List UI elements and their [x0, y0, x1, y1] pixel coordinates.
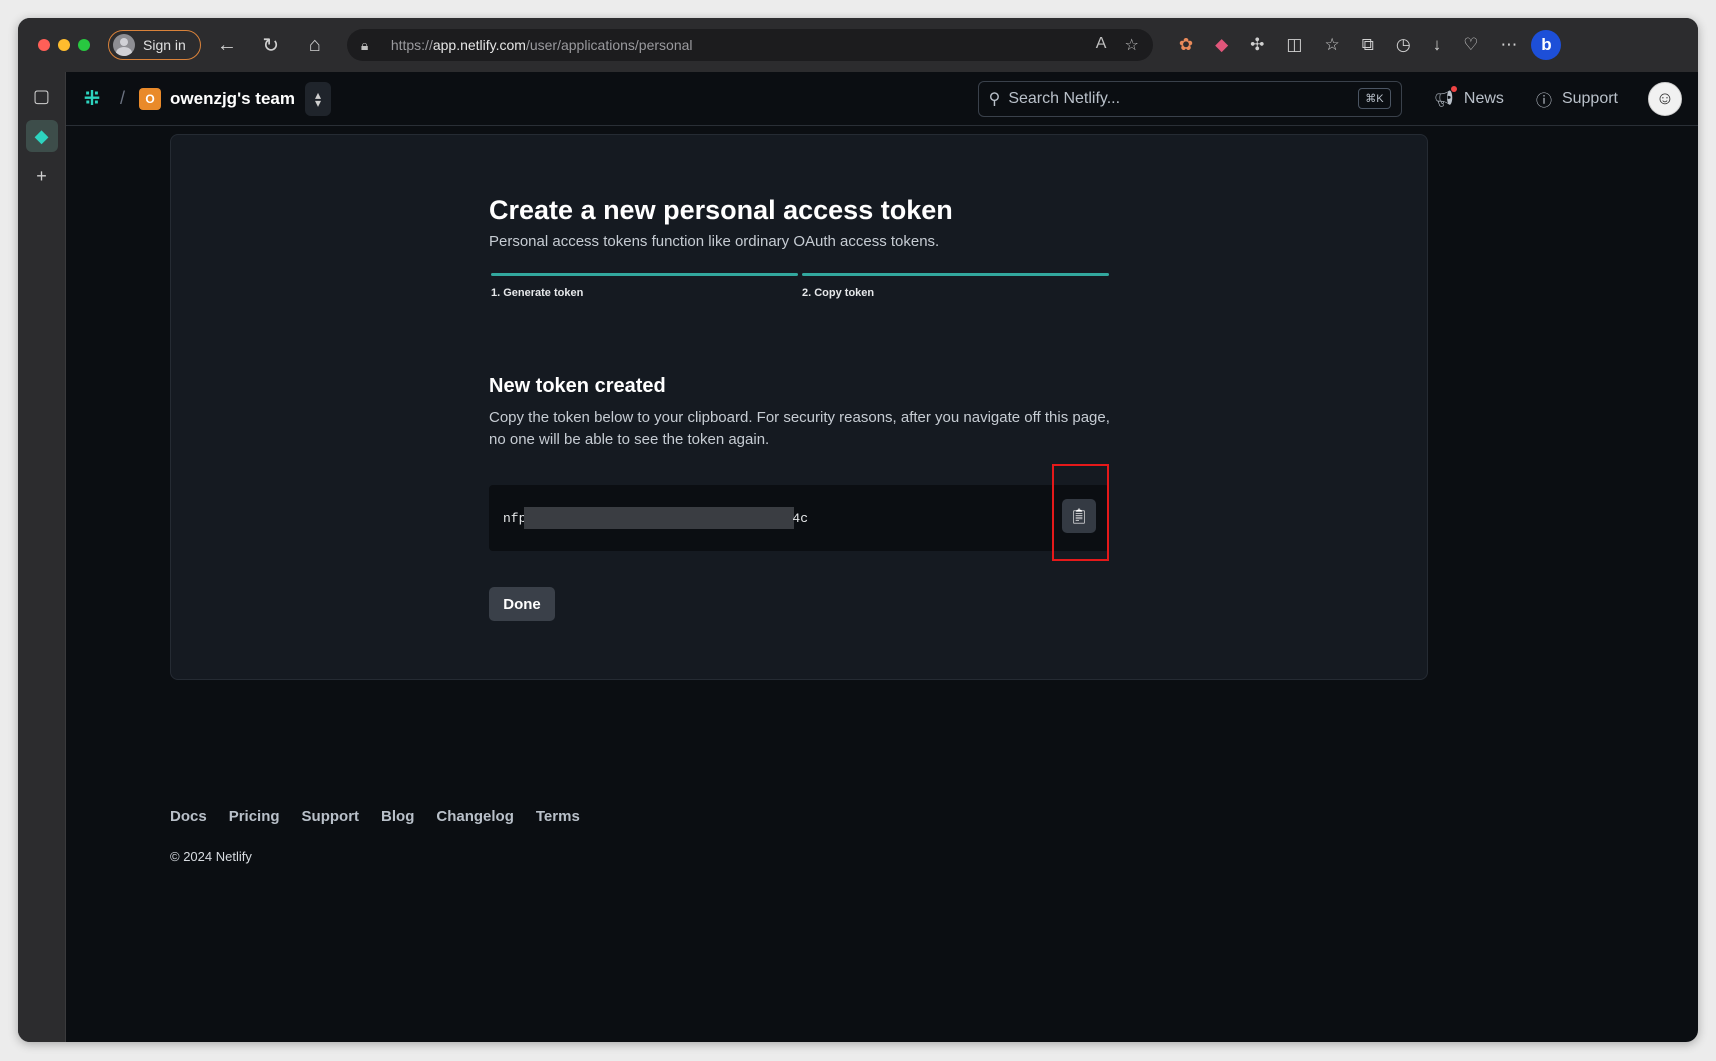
performance-icon[interactable]: ♡ [1463, 35, 1478, 55]
history-icon[interactable]: ◷ [1396, 35, 1411, 55]
minimize-window-button[interactable] [58, 39, 70, 51]
favorites-icon[interactable]: ☆ [1324, 35, 1339, 55]
user-avatar[interactable]: ☺ [1648, 81, 1682, 116]
token-redaction [524, 507, 795, 529]
team-switcher-button[interactable]: ▴ ▾ [304, 81, 331, 116]
search-shortcut: ⌘K [1358, 88, 1391, 109]
team-avatar: O [139, 87, 162, 110]
url-host: app.netlify.com [432, 37, 526, 53]
page-subtitle: Personal access tokens function like ord… [489, 233, 940, 250]
extensions-bar: ✿ ◆ ✣ ◫ ☆ ⧉ ◷ ↓ ♡ ⋯ [1179, 35, 1518, 55]
bing-icon[interactable]: b [1531, 30, 1562, 60]
highlight-box [1052, 464, 1109, 561]
token-suffix: 4c [792, 510, 809, 526]
split-screen-icon[interactable]: ◫ [1286, 35, 1302, 55]
extension-icon[interactable]: ◆ [1215, 35, 1228, 55]
reload-icon: ↻ [262, 34, 280, 57]
done-button[interactable]: Done [489, 587, 555, 621]
token-field[interactable]: nfp 4c [489, 485, 1109, 551]
search-placeholder: Search Netlify... [1008, 89, 1121, 107]
footer-links: Docs Pricing Support Blog Changelog Term… [170, 808, 580, 825]
token-prefix: nfp [503, 510, 527, 526]
footer-link-pricing[interactable]: Pricing [229, 808, 280, 825]
step-bar [491, 273, 798, 276]
section-description: Copy the token below to your clipboard. … [489, 409, 1110, 448]
step-label: 2. Copy token [802, 287, 875, 299]
footer-link-blog[interactable]: Blog [381, 808, 414, 825]
maximize-window-button[interactable] [78, 39, 90, 51]
reload-button[interactable]: ↻ [253, 27, 289, 63]
browser-toolbar: Sign in ← ↻ ⌂ 🔒︎ https://app.netlify.com… [18, 18, 1698, 72]
chevron-up-down-icon: ▴ ▾ [314, 87, 321, 110]
download-icon[interactable]: ↓ [1433, 35, 1442, 55]
puzzle-icon[interactable]: ✣ [1250, 35, 1264, 55]
notification-dot [1450, 85, 1457, 92]
team-name[interactable]: owenzjg's team [170, 89, 295, 109]
collections-icon[interactable]: ⧉ [1362, 35, 1374, 55]
footer-link-support[interactable]: Support [302, 808, 360, 825]
search-input[interactable]: ⚲ Search Netlify... ⌘K [977, 80, 1402, 117]
support-link[interactable]: ⓘ Support [1536, 87, 1618, 111]
home-button[interactable]: ⌂ [297, 27, 333, 63]
step-generate-token: 1. Generate token [491, 273, 798, 299]
app-header: ⁜ / O owenzjg's team ▴ ▾ ⚲ Search Netlify… [66, 72, 1698, 126]
search-icon: ⚲ [988, 90, 1001, 108]
megaphone-icon: 📢︎ [1434, 85, 1457, 109]
browser-sidebar: ▢ ◆ + [18, 72, 66, 1042]
footer-link-docs[interactable]: Docs [170, 808, 207, 825]
netlify-logo-icon[interactable]: ⁜ [74, 81, 110, 117]
plus-icon[interactable]: + [26, 160, 58, 192]
footer-link-changelog[interactable]: Changelog [436, 808, 514, 825]
step-copy-token: 2. Copy token [802, 273, 1109, 299]
read-aloud-icon[interactable]: A [1096, 35, 1107, 55]
extension-icon[interactable]: ✿ [1179, 35, 1193, 55]
address-bar[interactable]: 🔒︎ https://app.netlify.com/user/applicat… [346, 29, 1153, 61]
step-label: 1. Generate token [491, 287, 584, 299]
token-card: Create a new personal access token Perso… [170, 134, 1428, 680]
copyright: © 2024 Netlify [170, 849, 252, 864]
close-window-button[interactable] [38, 39, 50, 51]
url-path: /user/applications/personal [525, 37, 693, 53]
lock-icon: 🔒︎ [360, 36, 369, 53]
page-title: Create a new personal access token [489, 195, 953, 225]
tabs-icon[interactable]: ▢ [26, 80, 58, 112]
netlify-tab-icon[interactable]: ◆ [25, 120, 58, 152]
favorite-star-icon[interactable]: ☆ [1124, 35, 1138, 55]
step-bar [802, 273, 1109, 276]
more-icon[interactable]: ⋯ [1500, 35, 1517, 55]
profile-icon [113, 34, 135, 56]
arrow-left-icon: ← [216, 33, 237, 56]
window-controls [38, 39, 90, 51]
news-label: News [1463, 89, 1504, 107]
progress-steps: 1. Generate token 2. Copy token [491, 273, 1109, 299]
sign-in-label: Sign in [143, 37, 186, 53]
section-title: New token created [489, 375, 666, 397]
back-button[interactable]: ← [209, 27, 245, 63]
help-icon: ⓘ [1535, 92, 1552, 110]
url-scheme: https:// [390, 37, 433, 53]
support-label: Support [1561, 89, 1618, 107]
news-link[interactable]: 📢︎ News [1434, 85, 1504, 109]
sign-in-button[interactable]: Sign in [108, 30, 201, 60]
home-icon: ⌂ [308, 33, 321, 56]
footer-link-terms[interactable]: Terms [536, 808, 580, 825]
breadcrumb-separator: / [120, 88, 126, 108]
